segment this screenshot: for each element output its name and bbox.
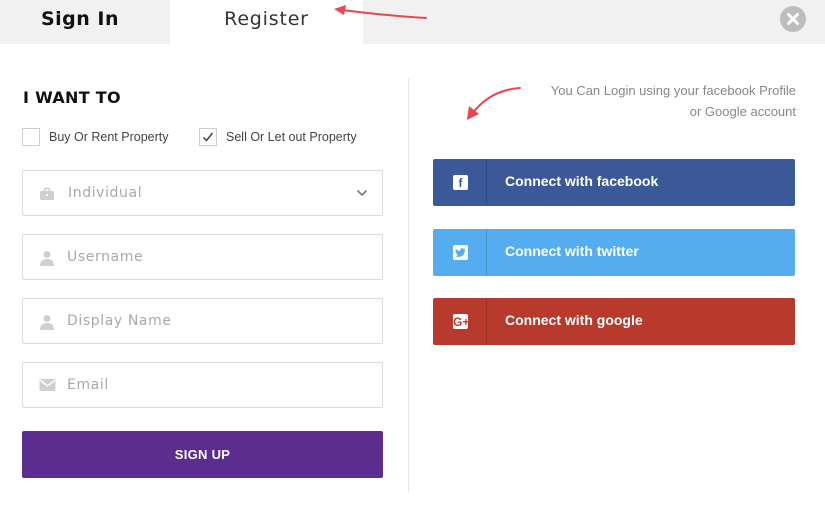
display-name-input[interactable] (67, 299, 367, 343)
form-title: I WANT TO (23, 88, 121, 107)
twitter-icon (453, 245, 468, 260)
envelope-icon (39, 379, 56, 391)
user-icon (40, 315, 54, 330)
account-type-select[interactable]: Individual (22, 170, 383, 216)
connect-facebook-button[interactable]: f Connect with facebook (433, 159, 795, 206)
display-name-field[interactable] (22, 298, 383, 344)
sign-up-button[interactable]: SIGN UP (22, 431, 383, 478)
close-button[interactable] (780, 6, 806, 32)
connect-google-button[interactable]: G+ Connect with google (433, 298, 795, 345)
connect-twitter-button[interactable]: Connect with twitter (433, 229, 795, 276)
email-field[interactable] (22, 362, 383, 408)
sell-let-label: Sell Or Let out Property (226, 130, 357, 144)
facebook-icon: f (453, 175, 468, 190)
google-icon-box: G+ (433, 298, 487, 345)
facebook-icon-box: f (433, 159, 487, 206)
account-type-value: Individual (68, 185, 143, 201)
buy-rent-checkbox[interactable] (22, 128, 40, 146)
twitter-icon-box (433, 229, 487, 276)
close-icon (787, 13, 799, 25)
tab-sign-in[interactable]: Sign In (0, 0, 160, 44)
username-field[interactable] (22, 234, 383, 280)
column-divider (408, 78, 409, 492)
social-help-line-1: You Can Login using your facebook Profil… (550, 83, 796, 98)
briefcase-icon (40, 187, 54, 200)
username-input[interactable] (67, 235, 367, 279)
email-input[interactable] (67, 363, 367, 407)
social-help-text: You Can Login using your facebook Profil… (510, 80, 796, 122)
connect-google-label: Connect with google (505, 312, 643, 328)
buy-rent-label: Buy Or Rent Property (49, 130, 169, 144)
sell-let-checkbox[interactable] (199, 128, 217, 146)
connect-facebook-label: Connect with facebook (505, 173, 659, 189)
annotation-arrow-icon (334, 5, 427, 19)
chevron-down-icon (356, 189, 368, 197)
option-buy-rent[interactable]: Buy Or Rent Property (22, 127, 169, 147)
social-help-line-2: or Google account (689, 104, 796, 119)
checkmark-icon (202, 132, 214, 142)
user-icon (40, 251, 54, 266)
google-plus-icon: G+ (453, 314, 470, 329)
option-sell-let[interactable]: Sell Or Let out Property (199, 127, 357, 147)
connect-twitter-label: Connect with twitter (505, 243, 639, 259)
